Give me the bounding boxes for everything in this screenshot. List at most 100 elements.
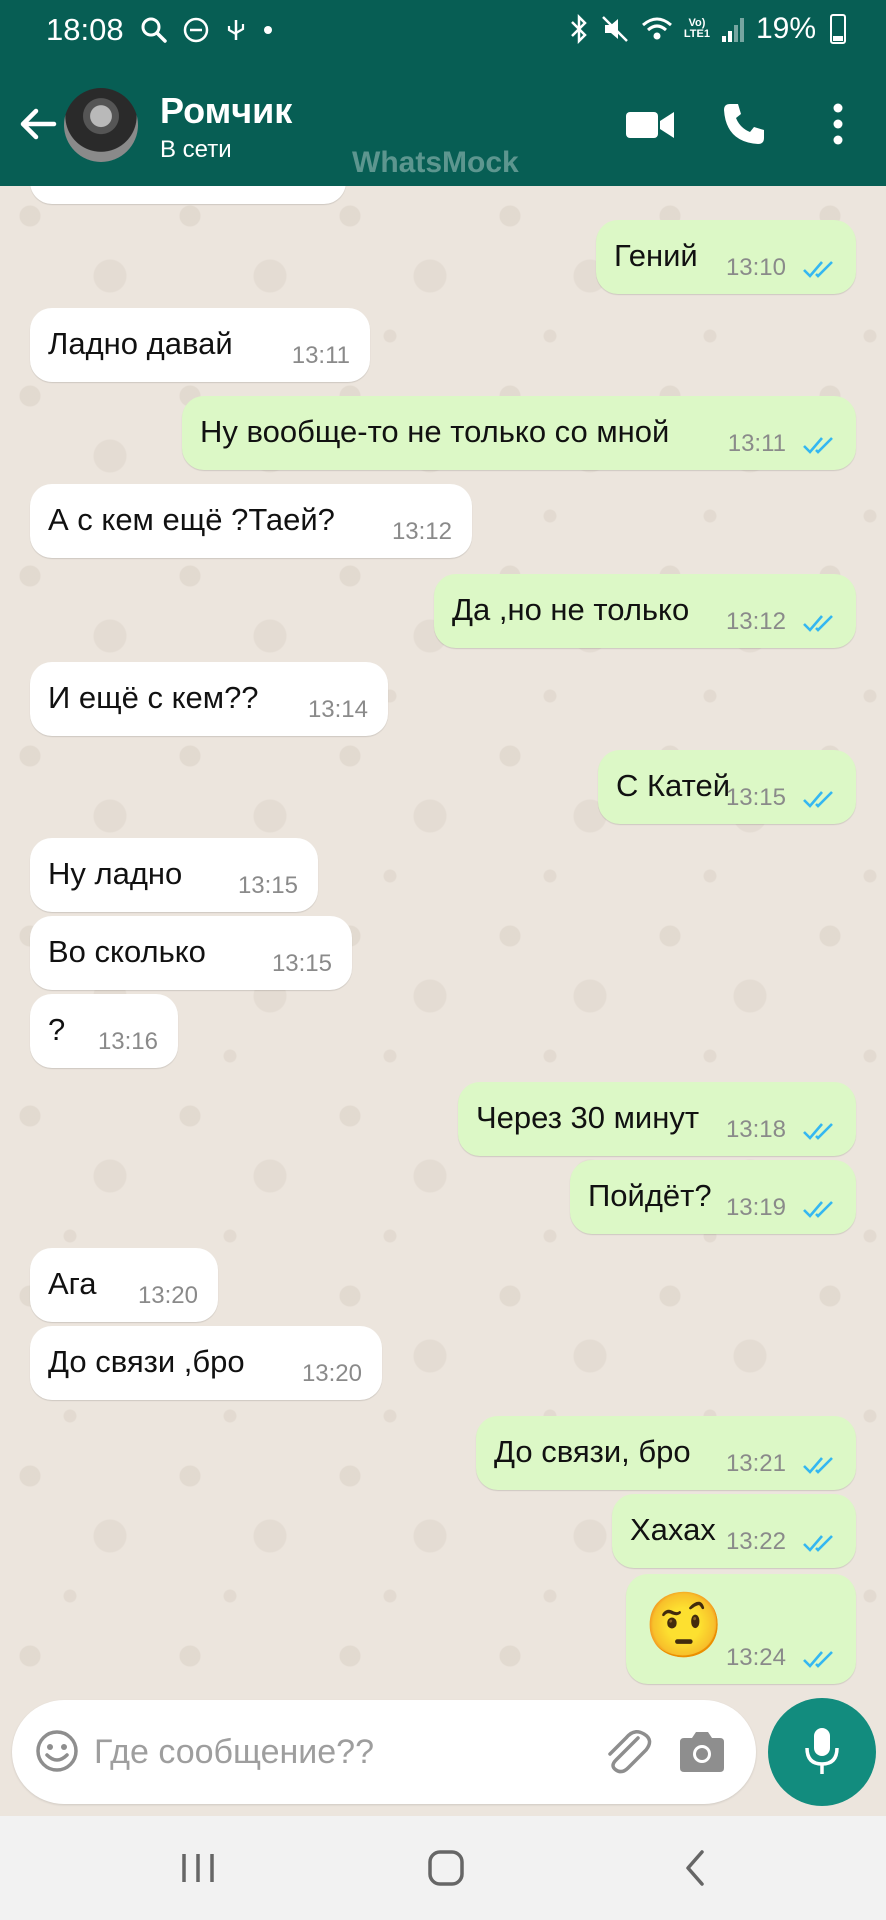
back-button[interactable] bbox=[14, 100, 62, 148]
double-check-icon bbox=[803, 1651, 833, 1668]
message-time: 13:12 bbox=[725, 608, 786, 635]
system-back-button[interactable] bbox=[680, 1848, 710, 1888]
battery-percent: 19% bbox=[755, 12, 816, 45]
message-outgoing[interactable]: Гений 13:10 bbox=[596, 220, 856, 294]
message-time: 13:19 bbox=[725, 1194, 786, 1221]
message-outgoing[interactable]: До связи, бро 13:21 bbox=[476, 1416, 856, 1490]
emoji-button[interactable] bbox=[34, 1728, 80, 1774]
message-input[interactable] bbox=[94, 1722, 494, 1782]
message-text: А с кем ещё ?Таей? bbox=[48, 502, 335, 537]
status-time: 18:08 bbox=[46, 12, 124, 47]
message-text: Через 30 минут bbox=[476, 1100, 700, 1135]
contact-status: В сети bbox=[160, 136, 232, 163]
message-text: Ага bbox=[48, 1266, 97, 1301]
recent-apps-icon bbox=[182, 1854, 214, 1882]
paperclip-icon bbox=[608, 1730, 652, 1774]
chat-header: Ромчик В сети WhatsMock bbox=[0, 64, 886, 186]
message-time: 13:11 bbox=[727, 430, 786, 457]
message-incoming[interactable]: ? 13:16 bbox=[30, 994, 178, 1068]
search-status-icon bbox=[141, 17, 167, 43]
message-time: 13:24 bbox=[725, 1644, 786, 1671]
message-incoming[interactable]: До связи ,бро 13:20 bbox=[30, 1326, 382, 1400]
message-time: 13:10 bbox=[725, 254, 786, 281]
more-options-button[interactable] bbox=[822, 100, 854, 148]
double-check-icon bbox=[803, 791, 833, 808]
video-call-button[interactable] bbox=[624, 104, 676, 144]
status-right-icons: Vo) LTE1 19% bbox=[568, 12, 846, 46]
double-check-icon bbox=[803, 437, 833, 454]
video-camera-icon bbox=[626, 112, 674, 138]
message-incoming[interactable]: Ладно давай 13:11 bbox=[30, 308, 370, 382]
status-left-icons bbox=[140, 16, 274, 44]
home-icon bbox=[428, 1850, 464, 1886]
message-text: Пойдёт? bbox=[588, 1178, 712, 1213]
system-nav-bar bbox=[0, 1816, 886, 1920]
message-time: 13:16 bbox=[97, 1028, 158, 1055]
message-outgoing[interactable]: Через 30 минут 13:18 bbox=[458, 1082, 856, 1156]
phone-icon bbox=[724, 104, 764, 144]
recent-apps-button[interactable] bbox=[180, 1850, 216, 1886]
message-text: С Катей bbox=[616, 768, 731, 803]
message-outgoing[interactable]: Пойдёт? 13:19 bbox=[570, 1160, 856, 1234]
message-time: 13:15 bbox=[237, 872, 298, 899]
message-text: Ну вообще-то не только со мной bbox=[200, 414, 670, 449]
voice-call-button[interactable] bbox=[720, 100, 768, 148]
dnd-icon bbox=[183, 17, 209, 43]
message-text: Да ,но не только bbox=[452, 592, 690, 627]
camera-icon bbox=[680, 1732, 724, 1772]
message-composer bbox=[12, 1700, 756, 1804]
home-button[interactable] bbox=[426, 1848, 466, 1888]
message-list[interactable]: Гений 13:10 Ладно давай 13:11 Ну вообще-… bbox=[0, 186, 886, 1696]
camera-button[interactable] bbox=[676, 1728, 728, 1776]
voice-record-button[interactable] bbox=[768, 1698, 876, 1806]
message-incoming[interactable]: Во сколько 13:15 bbox=[30, 916, 352, 990]
double-check-icon bbox=[803, 261, 833, 278]
usb-icon bbox=[227, 20, 245, 40]
message-time: 13:14 bbox=[307, 696, 368, 723]
watermark: WhatsMock bbox=[352, 146, 519, 179]
double-check-icon bbox=[803, 1123, 833, 1140]
message-outgoing[interactable]: С Катей 13:15 bbox=[598, 750, 856, 824]
message-incoming[interactable]: А с кем ещё ?Таей? 13:12 bbox=[30, 484, 472, 558]
message-time: 13:20 bbox=[301, 1360, 362, 1387]
message-outgoing[interactable]: Да ,но не только 13:12 bbox=[434, 574, 856, 648]
message-incoming[interactable]: И ещё с кем?? 13:14 bbox=[30, 662, 388, 736]
message-outgoing-emoji[interactable]: 🤨 13:24 bbox=[626, 1574, 856, 1684]
message-time: 13:15 bbox=[725, 784, 786, 811]
message-incoming[interactable]: Ну ладно 13:15 bbox=[30, 838, 318, 912]
message-time: 13:20 bbox=[137, 1282, 198, 1309]
more-vertical-icon bbox=[833, 103, 843, 145]
mute-icon bbox=[601, 16, 628, 42]
wifi-icon bbox=[641, 17, 672, 40]
message-incoming[interactable]: Ага 13:20 bbox=[30, 1248, 218, 1322]
message-time: 13:21 bbox=[725, 1450, 786, 1477]
message-text: Ну ладно bbox=[48, 856, 183, 891]
signal-icon bbox=[721, 18, 744, 42]
message-text: Гений bbox=[614, 238, 698, 273]
message-outgoing[interactable]: Ну вообще-то не только со мной 13:11 bbox=[182, 396, 856, 470]
double-check-icon bbox=[803, 1457, 833, 1474]
smiley-icon bbox=[36, 1730, 78, 1772]
message-time: 13:18 bbox=[725, 1116, 786, 1143]
status-bar: 18:08 Vo) LTE1 19% bbox=[0, 0, 886, 64]
message-text: И ещё с кем?? bbox=[48, 680, 259, 715]
contact-name[interactable]: Ромчик bbox=[160, 90, 292, 132]
attach-button[interactable] bbox=[598, 1724, 654, 1780]
message-text: ? bbox=[48, 1012, 66, 1047]
message-time: 13:22 bbox=[725, 1528, 786, 1555]
message-text: Ладно давай bbox=[48, 326, 233, 361]
message-text: Во сколько bbox=[48, 934, 206, 969]
double-check-icon bbox=[803, 1201, 833, 1218]
message-bubble-cutoff bbox=[30, 186, 346, 204]
chevron-left-icon bbox=[686, 1850, 704, 1886]
arrow-left-icon bbox=[20, 108, 57, 140]
message-text: Хахах bbox=[630, 1512, 716, 1547]
message-time: 13:12 bbox=[391, 518, 452, 545]
message-time: 13:11 bbox=[291, 342, 350, 369]
message-emoji: 🤨 bbox=[644, 1589, 724, 1661]
double-check-icon bbox=[803, 1535, 833, 1552]
double-check-icon bbox=[803, 615, 833, 632]
contact-avatar[interactable] bbox=[64, 88, 138, 162]
dot-icon bbox=[264, 26, 272, 34]
message-outgoing[interactable]: Хахах 13:22 bbox=[612, 1494, 856, 1568]
